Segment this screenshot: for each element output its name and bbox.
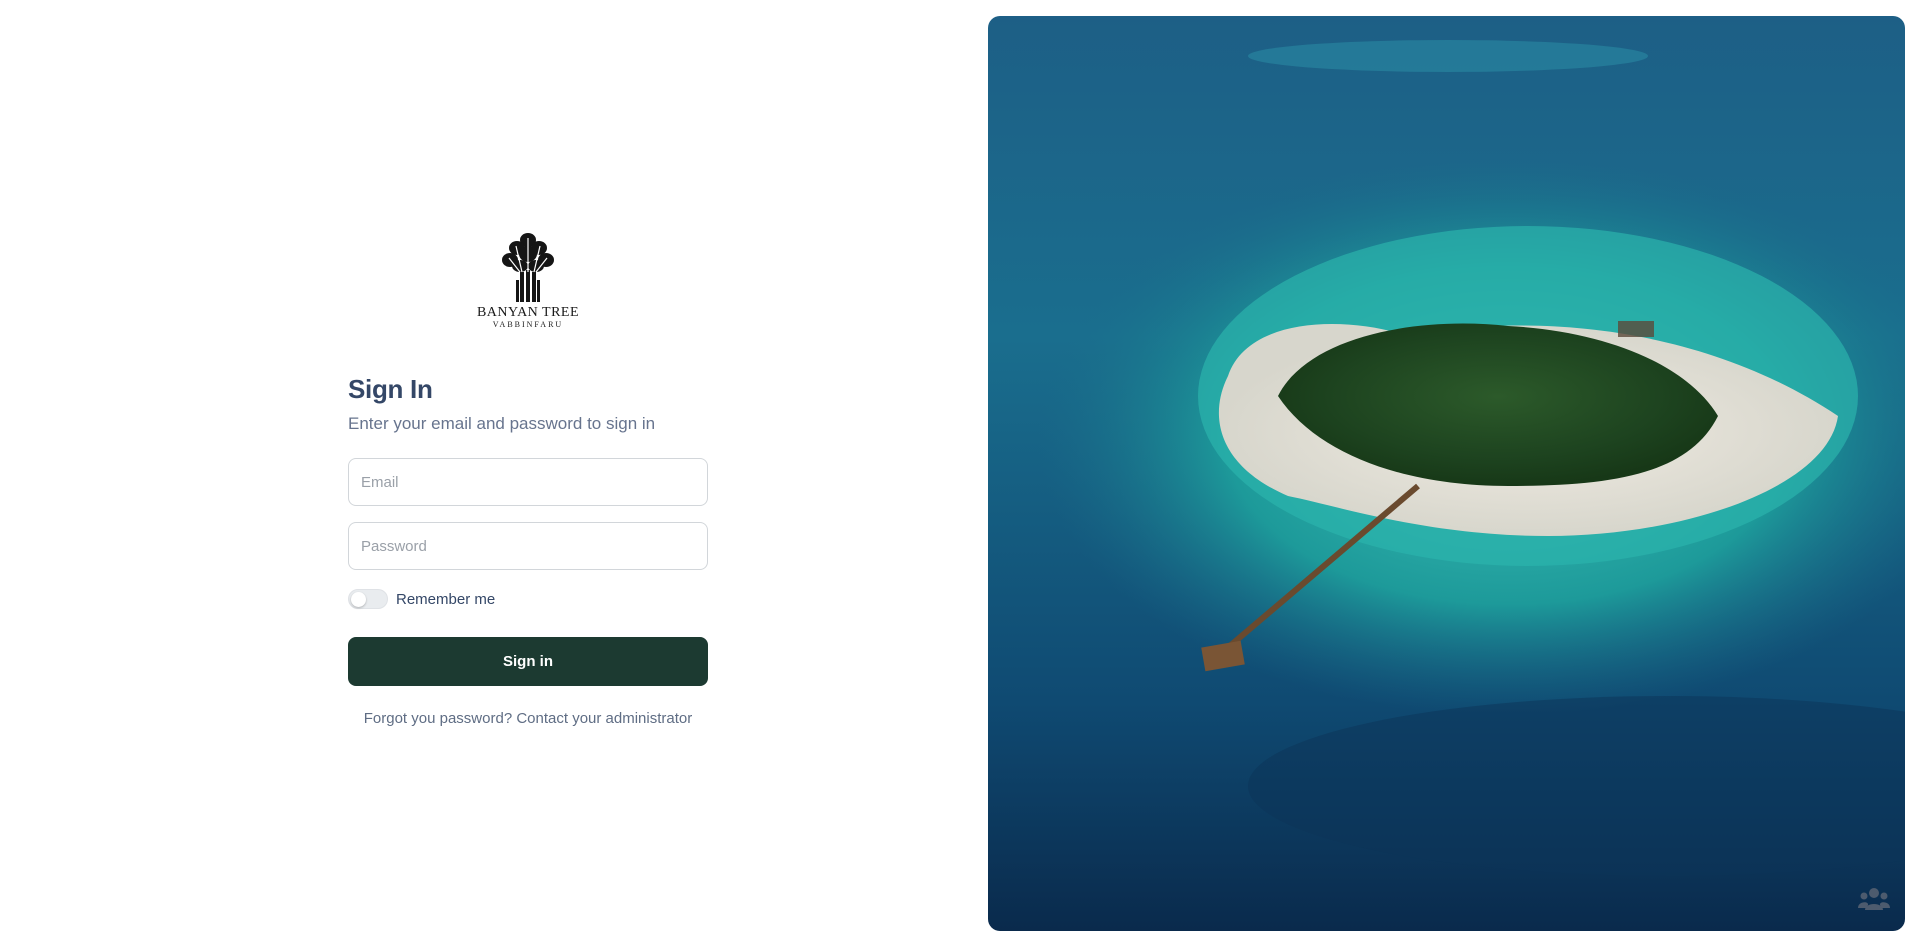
login-panel: BANYAN TREE VABBINFARU Sign In Enter you… — [0, 0, 988, 947]
forgot-password-text: Forgot you password? Contact your admini… — [363, 710, 693, 727]
people-icon[interactable] — [1858, 886, 1890, 912]
password-field[interactable] — [348, 522, 708, 570]
island-aerial-photo-icon — [988, 16, 1905, 931]
page-subtitle: Enter your email and password to sign in — [348, 414, 656, 433]
sign-in-button[interactable]: Sign in — [348, 637, 708, 686]
brand-name: BANYAN TREE — [476, 305, 580, 320]
email-field[interactable] — [348, 458, 708, 506]
login-page: BANYAN TREE VABBINFARU Sign In Enter you… — [0, 0, 1920, 947]
hero-image — [988, 16, 1905, 931]
brand-location: VABBINFARU — [492, 320, 564, 329]
remember-me-row: Remember me — [348, 588, 708, 610]
tree-logo-icon — [502, 233, 554, 302]
page-title: Sign In — [348, 374, 433, 404]
brand-logo: BANYAN TREE VABBINFARU — [468, 232, 588, 344]
remember-me-toggle[interactable] — [348, 589, 388, 609]
toggle-knob — [351, 592, 366, 607]
sign-in-form: Sign In Enter your email and password to… — [348, 372, 708, 727]
remember-me-label[interactable]: Remember me — [396, 591, 495, 608]
